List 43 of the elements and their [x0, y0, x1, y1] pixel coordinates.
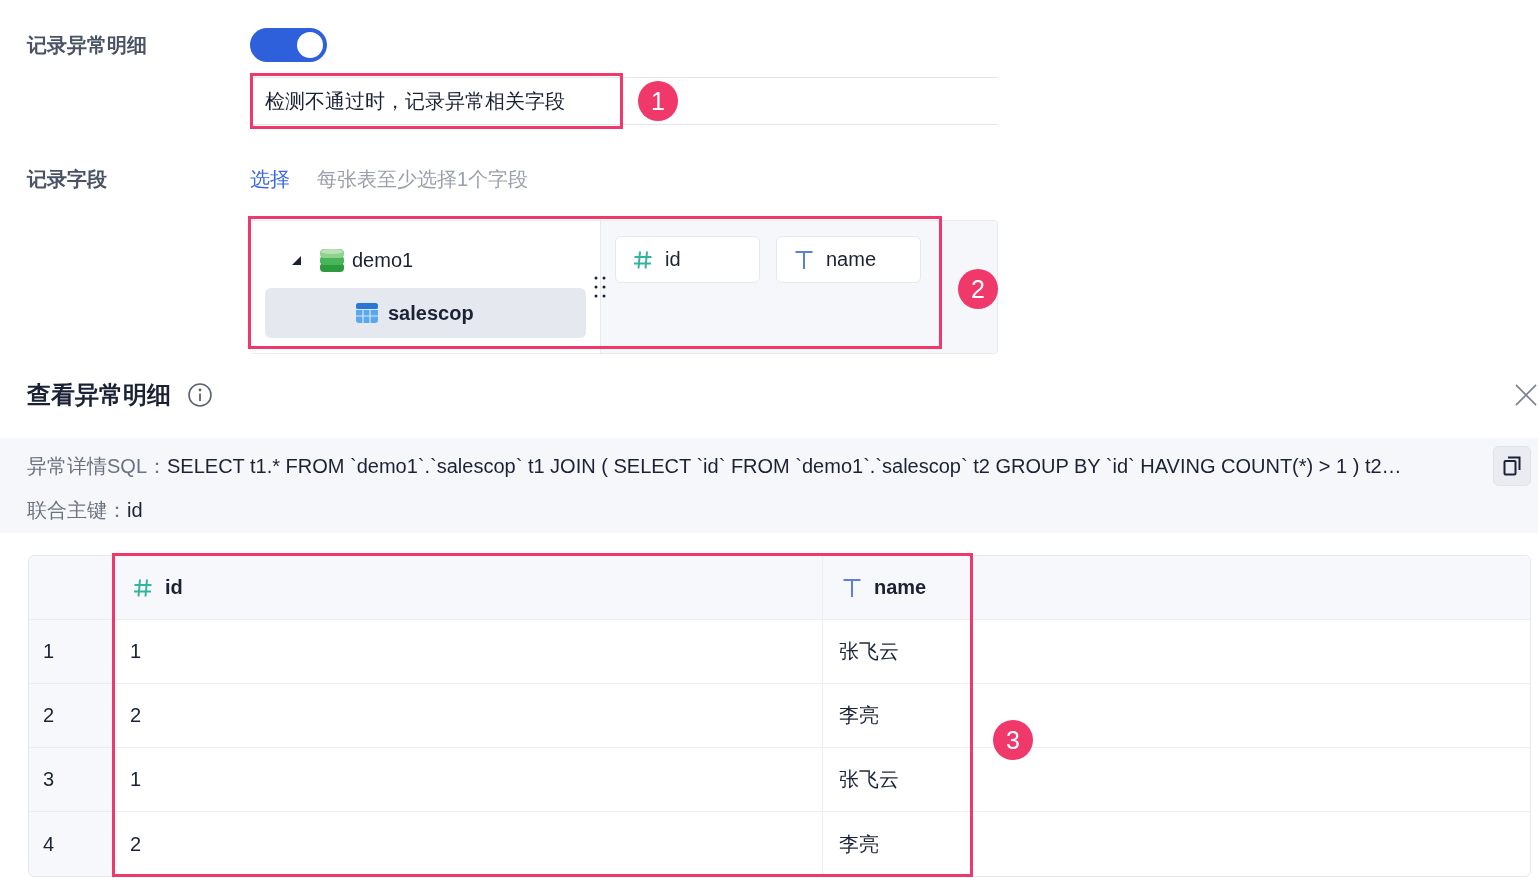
key-label: 联合主键： [27, 497, 127, 523]
tree-item[interactable]: salescop [265, 288, 586, 338]
panel-title: 查看异常明细 [27, 380, 171, 410]
info-icon[interactable] [188, 383, 212, 407]
table-cell: 2 [113, 684, 822, 747]
table-icon [356, 303, 378, 323]
description-text: 检测不通过时，记录异常相关字段 [265, 88, 565, 114]
row-number: 1 [29, 620, 113, 683]
copy-icon [1502, 456, 1522, 476]
text-type-icon [794, 249, 814, 270]
row-number: 3 [29, 748, 113, 811]
table-cell: 1 [113, 748, 822, 811]
form-label: 记录字段 [27, 166, 108, 192]
close-icon[interactable] [1515, 384, 1537, 406]
table-cell: 李亮 [822, 684, 972, 747]
table-cell: 张飞云 [822, 620, 972, 683]
table-cell: 李亮 [822, 812, 972, 876]
column-header: id [113, 556, 822, 619]
copy-button[interactable] [1493, 446, 1531, 486]
select-link[interactable]: 选择 [250, 165, 290, 193]
hash-icon [133, 577, 153, 598]
caret-icon[interactable] [292, 255, 301, 265]
text-type-icon [842, 577, 862, 598]
callout-number: 3 [993, 720, 1033, 760]
callout-number: 1 [638, 81, 678, 121]
hash-icon [633, 249, 653, 270]
drag-handle-icon[interactable] [594, 276, 606, 298]
key-value: id [127, 498, 143, 522]
hint-text: 每张表至少选择1个字段 [317, 166, 529, 192]
form-label: 记录异常明细 [27, 32, 148, 58]
field-chip: id [615, 236, 760, 283]
database-icon [320, 248, 344, 272]
row-number: 4 [29, 812, 113, 876]
table-cell: 2 [113, 812, 822, 876]
tree-item[interactable]: demo1 [265, 238, 586, 282]
column-header: name [822, 556, 972, 619]
sql-text: SELECT t1.* FROM `demo1`.`salescop` t1 JOIN ( SELECT `id` FROM `demo1`.`salescop` t2 GROUP BY `id` HAVING COUNT(*) > 1 ) t2… [167, 454, 1402, 478]
row-number: 2 [29, 684, 113, 747]
sql-label: 异常详情SQL： [27, 453, 168, 479]
toggle-switch[interactable] [250, 28, 327, 62]
table-cell: 张飞云 [822, 748, 972, 811]
field-chip: name [776, 236, 921, 283]
table-cell: 1 [113, 620, 822, 683]
